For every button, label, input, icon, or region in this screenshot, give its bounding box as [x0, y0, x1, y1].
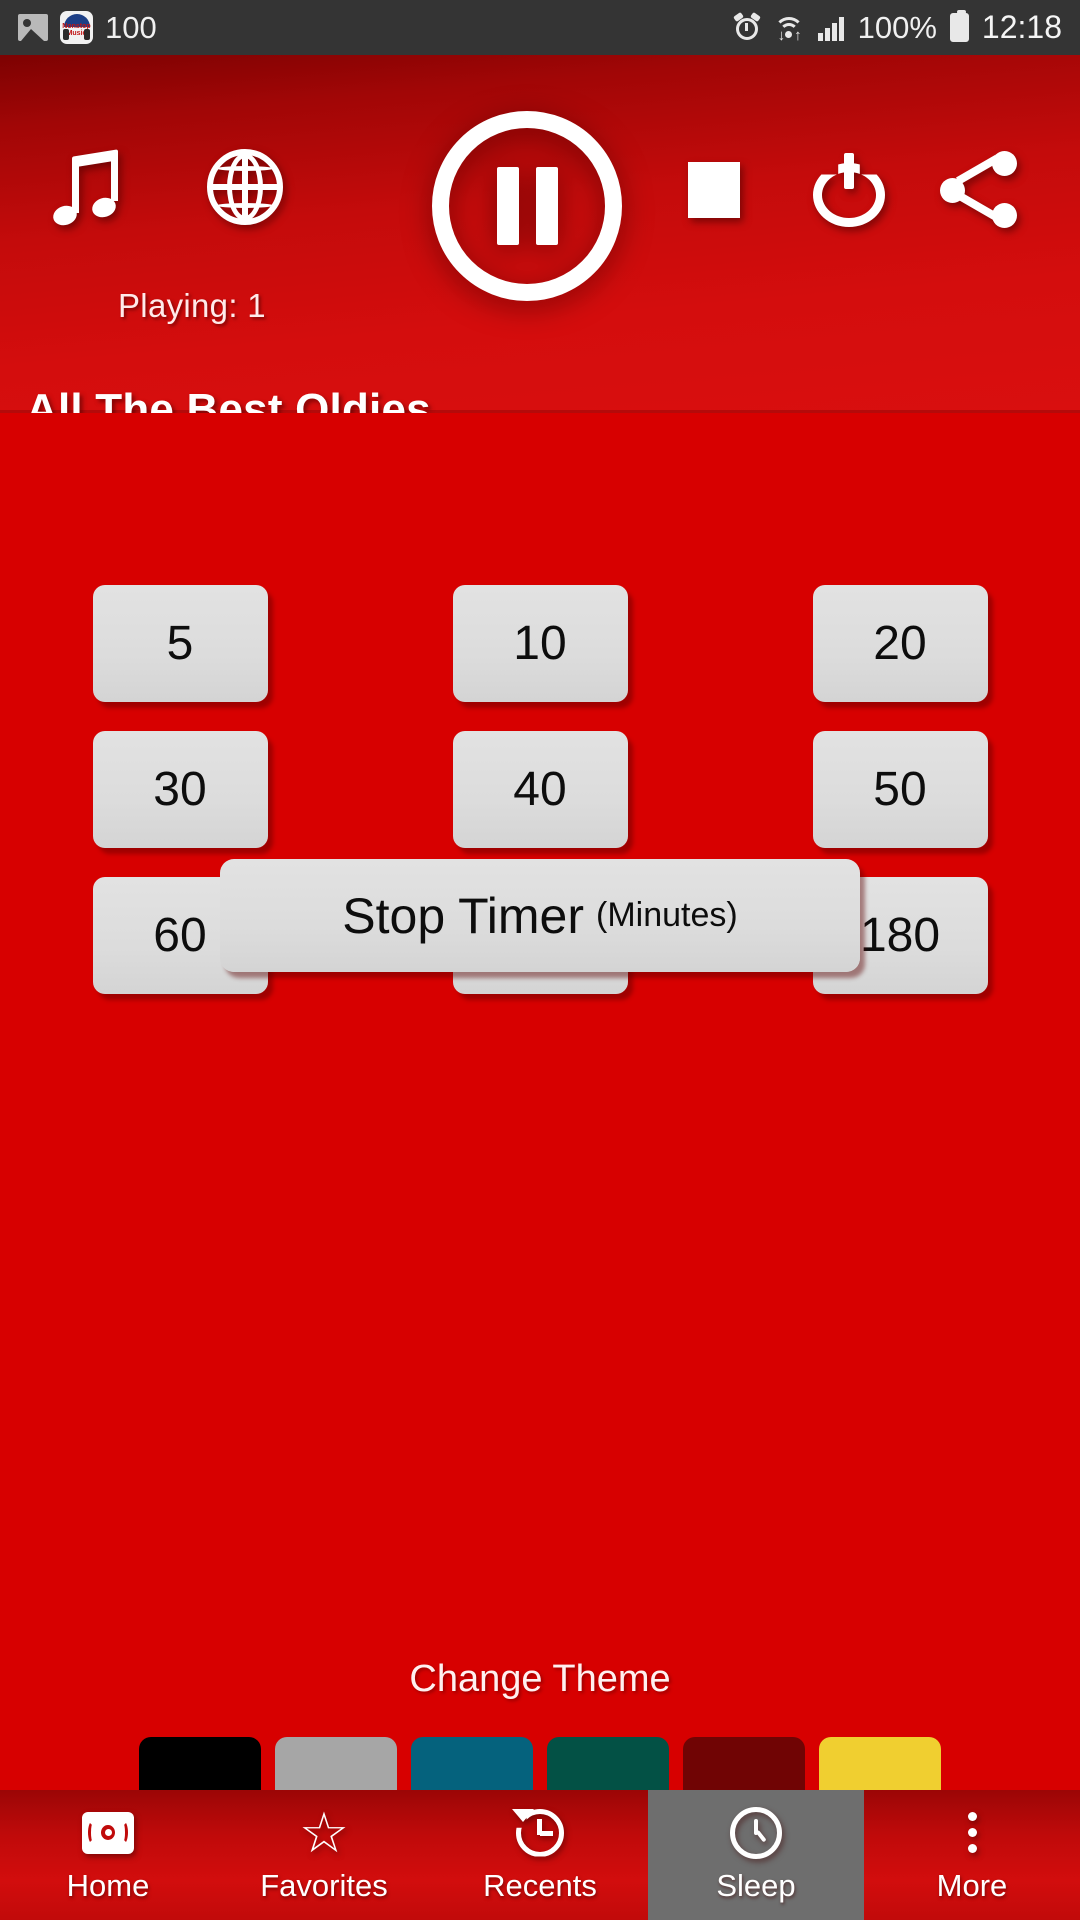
nonstop-music-app-icon: Nonstop Music: [60, 11, 93, 44]
more-dot-2: [967, 1828, 977, 1837]
app-icon-headphone-left: [63, 29, 69, 40]
history-clock-icon: [512, 1807, 568, 1859]
share-icon[interactable]: [940, 151, 1020, 229]
timer-option-button[interactable]: 5: [92, 585, 268, 702]
clock-icon: [728, 1806, 784, 1859]
share-node-bottom: [992, 203, 1017, 228]
radio-speaker: [101, 1824, 115, 1840]
history-body: [512, 1807, 566, 1859]
radio-body: [82, 1811, 134, 1854]
wifi-up-arrow: ↑: [794, 26, 802, 44]
signal-bar-3: [831, 22, 837, 41]
player-header: Playing: 1 All The Best Oldies: [0, 55, 1080, 434]
battery-percent: 100%: [857, 9, 937, 45]
status-bar-left: Nonstop Music 100: [18, 10, 157, 46]
nav-item-more[interactable]: More: [864, 1790, 1080, 1920]
more-dots: [967, 1812, 977, 1853]
app-icon-headphone-right: [84, 29, 90, 40]
notification-count: 100: [105, 9, 157, 45]
alarm-hand: [744, 22, 748, 31]
timer-option-button[interactable]: 40: [452, 731, 628, 848]
wifi-dot: [784, 30, 792, 38]
nav-label-favorites: Favorites: [260, 1867, 388, 1903]
sleep-timer-page: 5 10 20 30 40 50 60 120 180 Stop Timer (…: [0, 413, 1080, 1829]
alarm-clock-icon: [732, 11, 761, 42]
history-hand-minute: [540, 1830, 553, 1836]
signal-bar-2: [824, 27, 830, 41]
clock-body: [730, 1806, 782, 1859]
change-theme-label: Change Theme: [409, 1658, 671, 1700]
pause-bar-right: [535, 167, 558, 245]
globe-oval: [227, 153, 263, 221]
nav-item-favorites[interactable]: ☆ Favorites: [216, 1790, 432, 1920]
timer-option-button[interactable]: 20: [812, 585, 988, 702]
pause-icon[interactable]: [432, 111, 622, 301]
power-icon[interactable]: [813, 153, 885, 227]
playing-status: Playing: 1: [118, 287, 266, 324]
radio-wave-left: [88, 1820, 97, 1844]
share-node-left: [940, 178, 965, 203]
nav-label-home: Home: [66, 1867, 150, 1903]
app-root: Nonstop Music 100 ↓ ↑ 100% 12:18 Playing…: [0, 0, 1080, 1920]
note-stem-left: [72, 161, 79, 213]
more-dot-3: [967, 1844, 977, 1853]
radio-wave-right: [119, 1820, 128, 1844]
timer-option-button[interactable]: 50: [812, 731, 988, 848]
note-stem-right: [111, 155, 118, 201]
more-vertical-icon: [944, 1807, 1000, 1859]
nav-item-home[interactable]: Home: [0, 1790, 216, 1920]
nav-label-more: More: [936, 1867, 1008, 1903]
star-icon: ☆: [296, 1800, 352, 1864]
signal-bar-1: [817, 32, 823, 41]
nav-item-sleep[interactable]: Sleep: [648, 1790, 864, 1920]
share-node-top: [992, 151, 1017, 176]
stop-timer-label: Stop Timer: [342, 887, 585, 944]
player-controls: [0, 111, 1080, 301]
pause-bar-left: [496, 167, 519, 245]
signal-bar-4: [838, 16, 844, 41]
stop-timer-button[interactable]: Stop Timer (Minutes): [220, 859, 860, 972]
globe-icon[interactable]: [207, 149, 283, 225]
cellular-signal-icon: [817, 15, 845, 41]
battery-full-icon: [949, 10, 969, 42]
radio-icon: [80, 1807, 136, 1859]
clock-time: 12:18: [981, 9, 1062, 45]
bottom-navigation: Home ☆ Favorites Recents Sleep More: [0, 1790, 1080, 1920]
music-note-icon[interactable]: [50, 149, 130, 229]
timer-option-button[interactable]: 30: [92, 731, 268, 848]
status-bar-right: ↓ ↑ 100% 12:18: [732, 9, 1062, 46]
gallery-icon: [18, 14, 48, 41]
power-stem: [844, 153, 854, 189]
wifi-icon: ↓ ↑: [773, 15, 805, 44]
more-dot-1: [967, 1812, 977, 1821]
timer-option-button[interactable]: 10: [452, 585, 628, 702]
nav-label-recents: Recents: [483, 1867, 597, 1903]
stop-icon[interactable]: [688, 162, 740, 218]
nav-label-sleep: Sleep: [716, 1867, 796, 1903]
star-glyph: ☆: [298, 1800, 350, 1864]
stop-timer-unit: (Minutes): [596, 896, 738, 934]
status-bar: Nonstop Music 100 ↓ ↑ 100% 12:18: [0, 0, 1080, 55]
wifi-down-arrow: ↓: [777, 26, 786, 44]
nav-item-recents[interactable]: Recents: [432, 1790, 648, 1920]
history-arrow: [512, 1808, 534, 1822]
